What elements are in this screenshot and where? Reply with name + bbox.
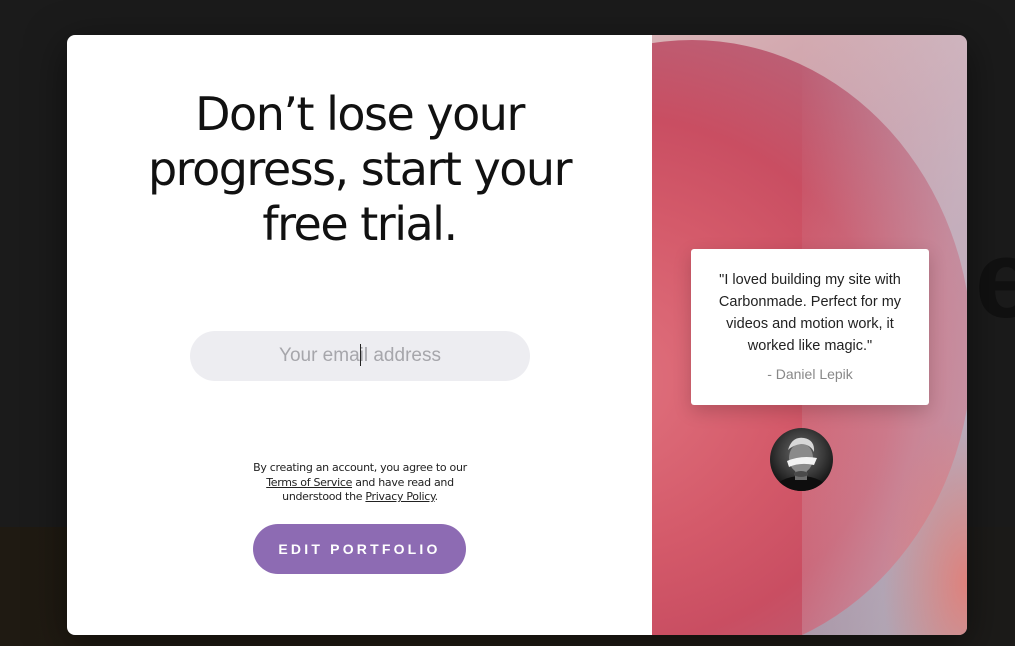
terms-of-service-link[interactable]: Terms of Service	[266, 476, 352, 489]
testimonial-card: "I loved building my site with Carbonmad…	[691, 249, 929, 405]
signup-form-panel: Don’t lose your progress, start your fre…	[67, 35, 652, 635]
testimonial-quote: "I loved building my site with Carbonmad…	[718, 272, 902, 354]
signup-modal: Don’t lose your progress, start your fre…	[67, 35, 967, 635]
background-heading-fragment: e	[975, 218, 1015, 341]
privacy-policy-link[interactable]: Privacy Policy	[365, 490, 435, 503]
legal-prefix: By creating an account, you agree to our	[253, 461, 467, 474]
testimonial-author: - Daniel Lepik	[767, 366, 853, 382]
legal-notice: By creating an account, you agree to our…	[239, 461, 481, 505]
legal-suffix: .	[434, 490, 439, 503]
decorative-glow	[882, 415, 967, 635]
edit-portfolio-button[interactable]: EDIT PORTFOLIO	[253, 524, 466, 574]
modal-headline: Don’t lose your progress, start your fre…	[147, 87, 573, 251]
avatar-portrait-icon	[775, 437, 827, 491]
author-avatar	[770, 428, 833, 491]
testimonial-panel: "I loved building my site with Carbonmad…	[652, 35, 967, 635]
text-cursor	[360, 344, 361, 366]
